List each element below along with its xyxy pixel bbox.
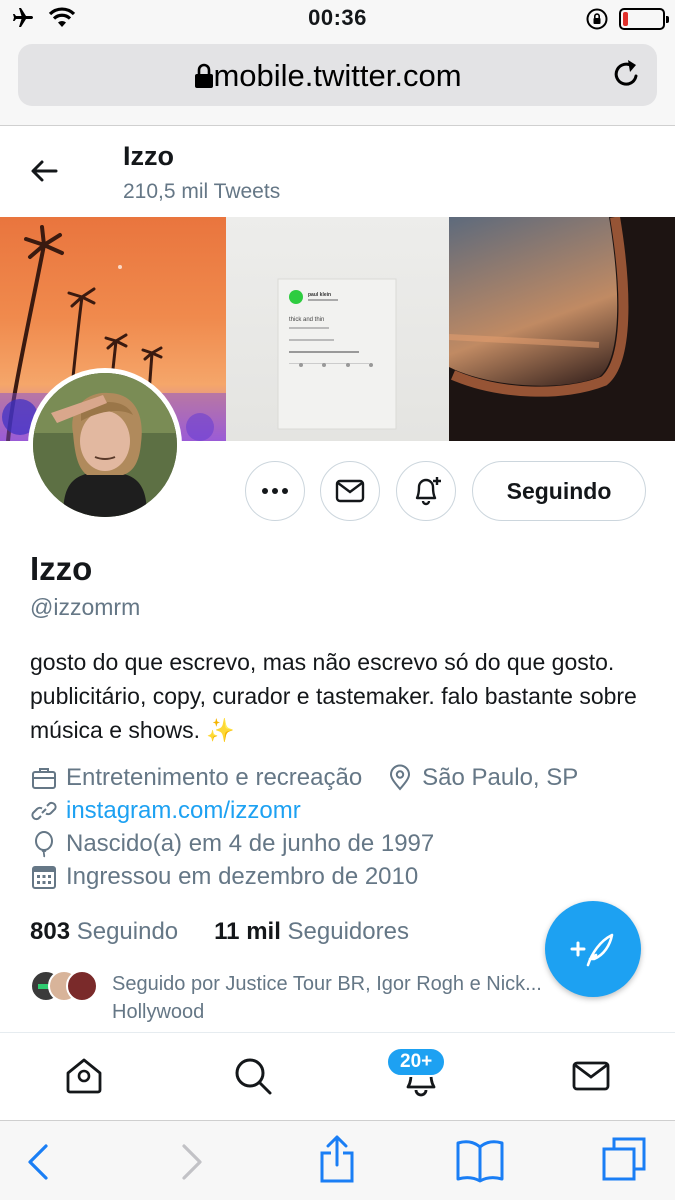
share-icon[interactable] bbox=[318, 1133, 356, 1185]
status-right bbox=[585, 7, 669, 31]
profile-birthday: Nascido(a) em 4 de junho de 1997 bbox=[66, 830, 435, 857]
orientation-lock-icon bbox=[586, 8, 608, 30]
compose-tweet-button[interactable] bbox=[545, 901, 641, 997]
notifications-toggle-button[interactable] bbox=[396, 461, 456, 521]
address-bar[interactable]: mobile.twitter.com bbox=[18, 44, 657, 106]
back-icon[interactable] bbox=[26, 1143, 50, 1181]
url-text[interactable]: mobile.twitter.com bbox=[18, 58, 657, 94]
profile-joined: Ingressou em dezembro de 2010 bbox=[66, 863, 419, 890]
location-pin-icon bbox=[390, 764, 411, 791]
header-tweet-count: 210,5 mil Tweets bbox=[123, 180, 281, 203]
meta-birthday: Nascido(a) em 4 de junho de 1997 bbox=[30, 830, 434, 858]
following-count: 803 bbox=[30, 918, 71, 945]
profile-bio: gosto do que escrevo, mas não escrevo só… bbox=[30, 649, 637, 743]
meta-joined: Ingressou em dezembro de 2010 bbox=[30, 863, 418, 891]
profile-website-link[interactable]: instagram.com/izzomr bbox=[66, 797, 301, 825]
more-options-button[interactable] bbox=[245, 461, 305, 521]
compose-feather-icon bbox=[570, 933, 614, 967]
followed-by-text: Seguido por Justice Tour BR, Igor Rogh e… bbox=[112, 973, 542, 1023]
battery-icon bbox=[619, 8, 669, 30]
notifications-badge: 20+ bbox=[386, 1047, 447, 1077]
message-icon bbox=[335, 479, 365, 503]
link-icon bbox=[31, 801, 57, 821]
home-icon[interactable] bbox=[63, 1055, 105, 1097]
profile-handle: @izzomrm bbox=[30, 594, 141, 620]
bottom-navigation: 20+ bbox=[0, 1032, 675, 1120]
banner-tweet-screenshot-image: paul klein thick and thin bbox=[226, 217, 449, 441]
profile-category: Entretenimento e recreação bbox=[66, 764, 363, 791]
avatar-image bbox=[33, 373, 177, 517]
followers-count: 11 mil bbox=[214, 918, 281, 945]
reload-icon[interactable] bbox=[611, 58, 641, 90]
balloon-icon bbox=[35, 831, 53, 858]
meta-website: instagram.com/izzomr bbox=[30, 797, 301, 825]
followers-label: Seguidores bbox=[287, 918, 409, 945]
status-bar: 00:36 bbox=[0, 0, 675, 38]
follow-counts: 803 Seguindo 11 mil Seguidores bbox=[30, 918, 409, 946]
following-button[interactable]: Seguindo bbox=[472, 461, 646, 521]
battery-level bbox=[623, 12, 628, 26]
following-count-link[interactable]: 803 Seguindo bbox=[30, 918, 178, 946]
banner-airplane-window-image bbox=[449, 217, 675, 441]
messages-icon[interactable] bbox=[570, 1055, 612, 1097]
profile-location: São Paulo, SP bbox=[422, 764, 579, 791]
more-icon bbox=[262, 488, 288, 494]
profile-header: Izzo 210,5 mil Tweets bbox=[0, 127, 675, 217]
profile-display-name: Izzo bbox=[30, 550, 93, 587]
meta-category-location: Entretenimento e recreação São Paulo, SP bbox=[30, 764, 578, 792]
followers-count-link[interactable]: 11 mil Seguidores bbox=[214, 918, 409, 946]
follower-avatar-3 bbox=[66, 970, 98, 1002]
clock: 00:36 bbox=[308, 5, 367, 30]
header-name: Izzo bbox=[123, 141, 174, 171]
safari-toolbar bbox=[0, 1120, 675, 1200]
tabs-icon[interactable] bbox=[600, 1135, 648, 1183]
message-button[interactable] bbox=[320, 461, 380, 521]
briefcase-icon bbox=[32, 768, 56, 789]
card-name: paul klein bbox=[308, 292, 331, 298]
forward-icon[interactable] bbox=[180, 1143, 204, 1181]
bookmarks-icon[interactable] bbox=[455, 1137, 505, 1183]
notification-bell-plus-icon bbox=[415, 477, 441, 506]
back-arrow-icon[interactable] bbox=[28, 155, 60, 187]
following-label: Seguindo bbox=[76, 918, 179, 945]
search-icon[interactable] bbox=[232, 1055, 274, 1097]
card-text: thick and thin bbox=[289, 317, 324, 323]
calendar-icon bbox=[32, 866, 56, 889]
profile-avatar[interactable] bbox=[28, 368, 182, 522]
browser-address-area: mobile.twitter.com bbox=[0, 38, 675, 126]
